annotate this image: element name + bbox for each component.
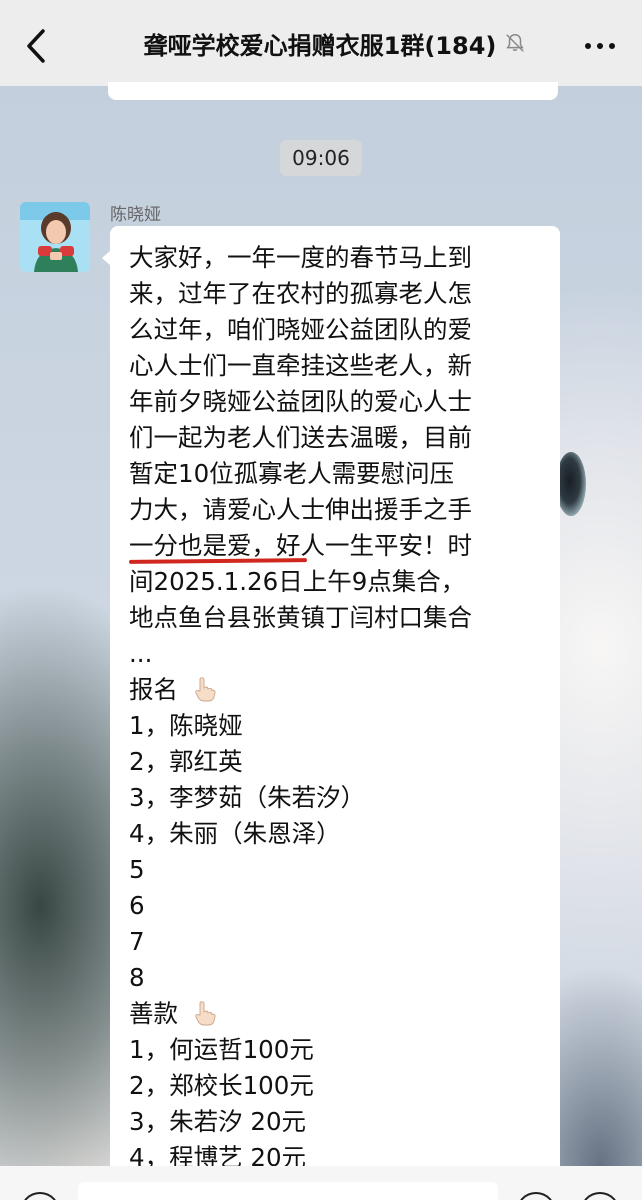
message-line: 大家好，一年一度的春节马上到 (129, 243, 472, 272)
back-button[interactable] (16, 26, 56, 66)
signup-heading: 报名 (129, 672, 548, 708)
chat-title-wrap: 聋哑学校爱心捐赠衣服1群(184) (100, 0, 570, 86)
bell-muted-icon (506, 34, 525, 52)
signup-item: 3，李梦茹（朱若汐） (129, 783, 366, 812)
sender-name: 陈晓娅 (110, 205, 161, 225)
signup-item: 8 (129, 963, 145, 992)
donation-item: 2，郑校长100元 (129, 1071, 314, 1100)
message-input[interactable] (78, 1182, 498, 1200)
message-line: 地点鱼台县张黄镇丁闫村口集合 (129, 603, 472, 632)
message-line: 暂定10位孤寡老人需要慰问压 (129, 459, 455, 488)
message-line: 来，过年了在农村的孤寡老人怎 (129, 279, 472, 308)
donation-heading: 善款 (129, 996, 548, 1032)
previous-message-bubble[interactable] (108, 82, 558, 100)
signup-heading-text: 报名 (129, 675, 178, 704)
signup-item: 1，陈晓娅 (129, 711, 243, 740)
message-line: ... (129, 639, 153, 668)
donation-item: 1，何运哲100元 (129, 1035, 314, 1064)
pointing-down-hand-icon (195, 677, 216, 702)
message-line: 力大，请爱心人士伸出援手之手 (129, 495, 472, 524)
more-dots-icon (585, 43, 591, 49)
donation-heading-text: 善款 (129, 999, 178, 1028)
pointing-down-hand-icon (195, 1001, 216, 1026)
avatar[interactable] (20, 202, 90, 272)
message-line: 们一起为老人们送去温暖，目前 (129, 423, 472, 452)
more-options-button[interactable] (578, 28, 622, 64)
message-line-underlined: 一分也是爱，好人一生平安！时 (128, 528, 548, 564)
wallpaper-cat-eye (556, 452, 586, 516)
chat-header: 聋哑学校爱心捐赠衣服1群(184) (0, 0, 642, 86)
donation-item: 3，朱若汐 20元 (129, 1107, 307, 1136)
avatar-photo (20, 202, 90, 272)
message-bubble[interactable]: 大家好，一年一度的春节马上到 来，过年了在农村的孤寡老人怎 么过年，咱们晓娅公益… (110, 226, 560, 1186)
message-timestamp: 09:06 (280, 140, 362, 176)
more-dots-icon (609, 43, 615, 49)
chat-title: 聋哑学校爱心捐赠衣服1群(184) (143, 31, 497, 60)
signup-item: 2，郭红英 (129, 747, 243, 776)
message-line: 间2025.1.26日上午9点集合， (129, 567, 466, 596)
signup-item: 4，朱丽（朱恩泽） (129, 819, 341, 848)
message-line: 年前夕晓娅公益团队的爱心人士 (129, 387, 472, 416)
signup-item: 6 (129, 891, 145, 920)
message-line-text: 一分也是爱，好人一生平安！时 (129, 531, 472, 560)
signup-item: 7 (129, 927, 145, 956)
signup-item: 5 (129, 855, 145, 884)
chevron-left-icon (27, 29, 45, 63)
more-dots-icon (597, 43, 603, 49)
message-line: 心人士们一直牵挂这些老人，新 (129, 351, 472, 380)
message-line: 么过年，咱们晓娅公益团队的爱 (129, 315, 472, 344)
